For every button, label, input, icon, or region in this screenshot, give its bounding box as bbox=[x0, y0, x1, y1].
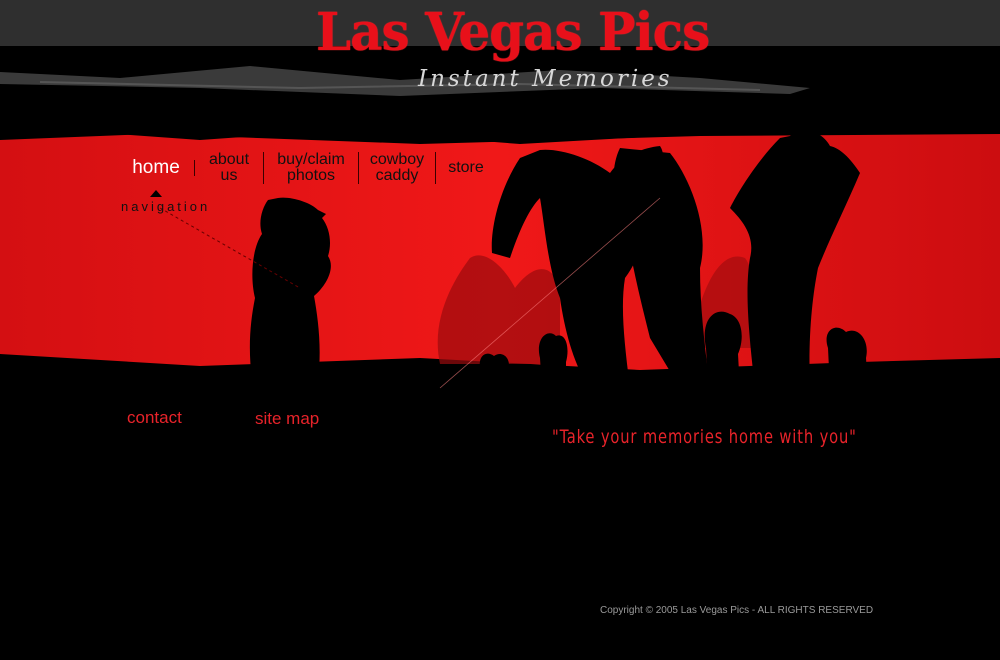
nav-item-store[interactable]: store bbox=[436, 160, 496, 176]
nav-item-label: cowboy bbox=[369, 151, 425, 168]
copyright-notice: Copyright © 2005 Las Vegas Pics - ALL RI… bbox=[600, 605, 874, 616]
nav-item-label: store bbox=[448, 159, 484, 176]
triangle-up-icon bbox=[150, 190, 162, 197]
nav-item-label: us bbox=[220, 167, 238, 184]
nav-item-home[interactable]: home bbox=[118, 157, 195, 178]
site-title[interactable]: Las Vegas Pics bbox=[316, 1, 756, 64]
nav-item-about-us[interactable]: about us bbox=[195, 152, 264, 184]
nav-item-label: home bbox=[132, 157, 180, 178]
nav-item-label: buy/claim bbox=[277, 151, 345, 168]
site-map-link[interactable]: site map bbox=[255, 409, 319, 429]
contact-link[interactable]: contact bbox=[127, 408, 182, 428]
main-navigation: home about us buy/claim photos cowboy ca… bbox=[118, 148, 496, 188]
slogan: "Take your memories home with you" bbox=[552, 426, 857, 448]
nav-caption: navigation bbox=[121, 199, 211, 214]
nav-item-label: photos bbox=[286, 167, 336, 184]
nav-item-label: caddy bbox=[375, 167, 419, 184]
site-subtitle: Instant Memories bbox=[418, 66, 673, 92]
nav-item-cowboy-caddy[interactable]: cowboy caddy bbox=[359, 152, 436, 184]
nav-item-buy-claim-photos[interactable]: buy/claim photos bbox=[264, 152, 359, 184]
nav-item-label: about bbox=[208, 151, 250, 168]
